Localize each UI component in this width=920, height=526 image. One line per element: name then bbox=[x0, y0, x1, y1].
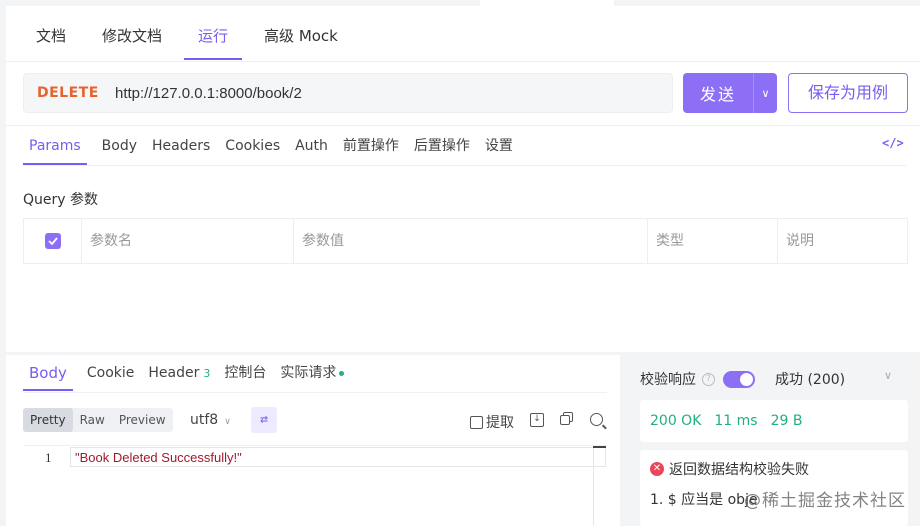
column-param-name: 参数名 bbox=[82, 219, 294, 263]
tab-settings[interactable]: 设置 bbox=[485, 128, 513, 164]
send-button[interactable]: 发送 bbox=[683, 81, 753, 105]
response-time: 11 ms bbox=[714, 413, 758, 429]
tab-console[interactable]: 控制台 bbox=[224, 360, 266, 390]
top-tabs: 文档 修改文档 运行 高级 Mock bbox=[22, 18, 360, 62]
code-icon[interactable]: </> bbox=[882, 136, 904, 150]
top-tabs-divider bbox=[6, 61, 920, 62]
tab-response-header[interactable]: Header 3 bbox=[148, 360, 210, 390]
response-tabs: Body Cookie Header 3 控制台 实际请求 bbox=[23, 360, 358, 392]
tab-auth[interactable]: Auth bbox=[295, 128, 328, 164]
actual-request-label: 实际请求 bbox=[280, 365, 337, 381]
encoding-select[interactable]: utf8 ∨ bbox=[190, 412, 231, 428]
select-all-cell bbox=[24, 219, 82, 263]
chevron-down-icon[interactable]: ∨ bbox=[884, 369, 892, 382]
chevron-down-icon[interactable]: ∨ bbox=[754, 87, 777, 100]
tab-doc[interactable]: 文档 bbox=[22, 18, 80, 60]
header-tab-label: Header bbox=[148, 365, 200, 381]
watermark: @稀土掘金技术社区 bbox=[744, 491, 906, 511]
column-description: 说明 bbox=[786, 233, 814, 249]
tab-headers[interactable]: Headers bbox=[152, 128, 210, 164]
chevron-down-icon: ∨ bbox=[224, 417, 231, 427]
request-sub-tabs: Params Body Headers Cookies Auth 前置操作 后置… bbox=[23, 128, 528, 166]
status-code: 200 OK bbox=[650, 413, 702, 429]
tab-body[interactable]: Body bbox=[102, 128, 137, 164]
tab-response-cookie[interactable]: Cookie bbox=[87, 360, 135, 390]
line-number: 1 bbox=[45, 450, 52, 465]
tab-cookies[interactable]: Cookies bbox=[225, 128, 280, 164]
response-size: 29 B bbox=[770, 413, 803, 429]
download-icon[interactable]: ↓ bbox=[530, 413, 544, 427]
response-status-summary: 200 OK 11 ms 29 B bbox=[640, 400, 908, 442]
tab-pre-operations[interactable]: 前置操作 bbox=[343, 128, 399, 164]
wrap-lines-icon[interactable]: ⇄ bbox=[251, 407, 277, 433]
editor-scrollbar[interactable] bbox=[593, 446, 606, 526]
response-tabs-divider bbox=[23, 392, 607, 393]
check-icon bbox=[47, 237, 58, 245]
status-dot-icon bbox=[339, 370, 345, 376]
extract-label: 提取 bbox=[486, 415, 514, 431]
section-divider bbox=[6, 125, 920, 126]
format-raw[interactable]: Raw bbox=[73, 408, 112, 432]
save-as-case-button[interactable]: 保存为用例 bbox=[788, 73, 908, 113]
tab-edit-doc[interactable]: 修改文档 bbox=[88, 18, 176, 60]
tab-actual-request[interactable]: 实际请求 bbox=[280, 360, 345, 390]
tab-post-operations[interactable]: 后置操作 bbox=[414, 128, 470, 164]
tab-params[interactable]: Params bbox=[23, 128, 87, 165]
extract-icon bbox=[470, 415, 483, 429]
validate-label: 校验响应 bbox=[640, 372, 696, 388]
sub-tabs-divider bbox=[23, 165, 906, 166]
send-button-group: 发送 ∨ bbox=[683, 73, 777, 113]
error-icon: ✕ bbox=[650, 462, 664, 476]
header-count-badge: 3 bbox=[203, 367, 211, 380]
tab-response-body[interactable]: Body bbox=[23, 360, 73, 391]
format-selector: Pretty Raw Preview bbox=[23, 408, 173, 432]
response-body-text: "Book Deleted Successfully!" bbox=[75, 450, 242, 465]
url-input[interactable]: http://127.0.0.1:8000/book/2 bbox=[115, 85, 302, 102]
tab-run[interactable]: 运行 bbox=[184, 18, 243, 60]
url-bar[interactable]: DELETE http://127.0.0.1:8000/book/2 bbox=[23, 73, 673, 113]
validate-toggle[interactable] bbox=[723, 370, 755, 388]
help-icon[interactable]: ? bbox=[702, 372, 715, 386]
copy-icon[interactable] bbox=[560, 412, 574, 426]
select-all-checkbox[interactable] bbox=[44, 233, 61, 249]
query-params-table: 参数名 参数值 类型 说明 bbox=[23, 218, 908, 264]
query-params-label: Query 参数 bbox=[23, 192, 98, 208]
format-pretty[interactable]: Pretty bbox=[23, 408, 73, 432]
column-param-value: 参数值 bbox=[294, 219, 648, 263]
error-title-text: 返回数据结构校验失败 bbox=[669, 462, 809, 478]
search-icon[interactable] bbox=[590, 413, 603, 426]
tab-advanced-mock[interactable]: 高级 Mock bbox=[250, 18, 352, 60]
column-type: 类型 bbox=[648, 219, 778, 263]
format-preview[interactable]: Preview bbox=[112, 408, 173, 432]
http-method-select[interactable]: DELETE bbox=[37, 85, 115, 101]
status-select[interactable]: 成功 (200) bbox=[775, 369, 845, 389]
encoding-value: utf8 bbox=[190, 412, 219, 428]
validate-response: 校验响应 ? bbox=[640, 369, 755, 389]
extract-button[interactable]: 提取 bbox=[470, 412, 514, 432]
validation-error-title: ✕ 返回数据结构校验失败 bbox=[650, 459, 809, 479]
scrollbar-thumb[interactable] bbox=[593, 446, 606, 454]
validation-error-detail: 1. $ 应当是 obje bbox=[650, 492, 758, 508]
